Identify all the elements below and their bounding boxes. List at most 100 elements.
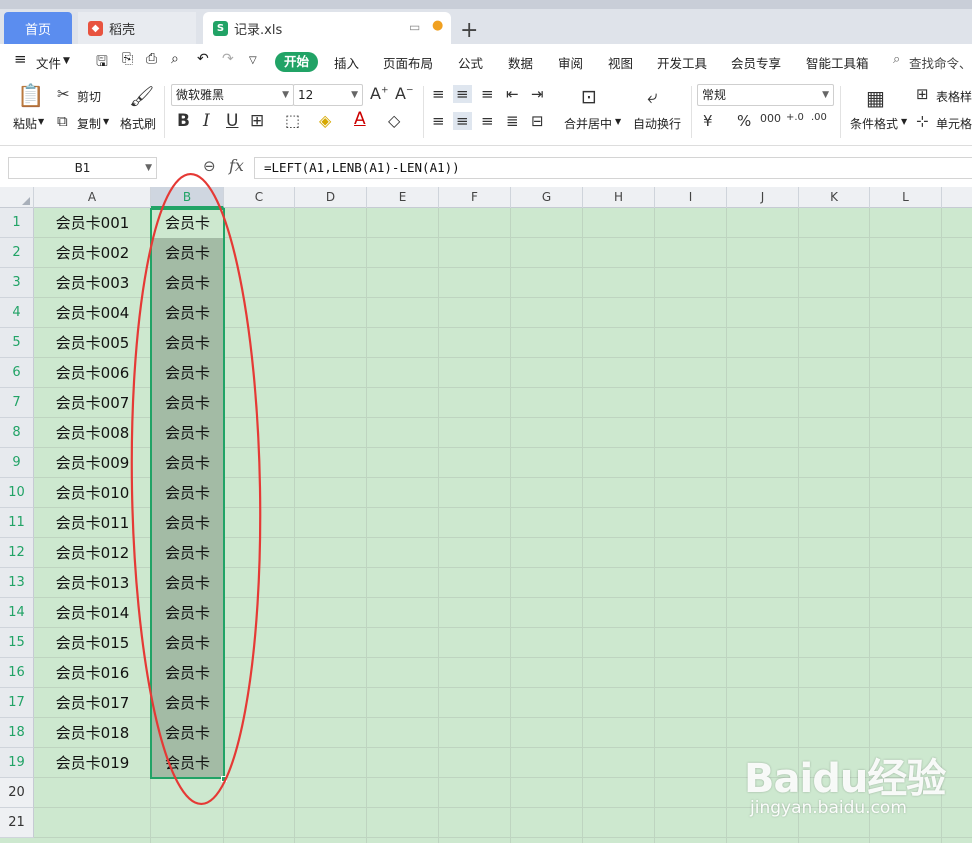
cell-button[interactable]: 单元格 <box>936 115 972 132</box>
column-header-c[interactable]: C <box>224 187 295 208</box>
font-size-select[interactable]: 12 ▼ <box>293 84 363 106</box>
column-header-k[interactable]: K <box>799 187 870 208</box>
cell-a16[interactable]: 会员卡016 <box>34 658 151 688</box>
hamburger-icon[interactable]: ≡ <box>14 50 27 68</box>
row-header-15[interactable]: 15 <box>0 628 34 658</box>
distributed-icon[interactable]: ⊟ <box>531 112 544 130</box>
redo-icon[interactable]: ↷ <box>222 51 234 67</box>
cell-b12[interactable]: 会员卡 <box>151 538 224 568</box>
cell-a12[interactable]: 会员卡012 <box>34 538 151 568</box>
paste-chevron-icon[interactable]: ▼ <box>38 117 44 126</box>
cell-a18[interactable]: 会员卡018 <box>34 718 151 748</box>
currency-icon[interactable]: ¥ <box>703 112 713 130</box>
font-name-select[interactable]: 微软雅黑 ▼ <box>171 84 294 106</box>
merge-chevron-icon[interactable]: ▼ <box>615 117 621 126</box>
column-header-i[interactable]: I <box>655 187 727 208</box>
more-chevron-icon[interactable]: ▽ <box>249 55 257 66</box>
monitor-icon[interactable]: ▭ <box>409 20 420 34</box>
select-all-corner[interactable] <box>0 187 34 208</box>
name-box[interactable]: B1 ▼ <box>8 157 157 179</box>
number-format-select[interactable]: 常规 ▼ <box>697 84 834 106</box>
function-icon[interactable]: fx <box>229 156 244 175</box>
row-header-4[interactable]: 4 <box>0 298 34 328</box>
format-painter-button[interactable]: 格式刷 <box>120 115 156 132</box>
bold-icon[interactable]: B <box>177 111 190 131</box>
row-header-13[interactable]: 13 <box>0 568 34 598</box>
menu-data[interactable]: 数据 <box>508 53 533 72</box>
column-header-b[interactable]: B <box>151 187 224 208</box>
row-header-6[interactable]: 6 <box>0 358 34 388</box>
cell-a8[interactable]: 会员卡008 <box>34 418 151 448</box>
menu-review[interactable]: 审阅 <box>558 53 583 72</box>
italic-icon[interactable]: I <box>203 111 210 131</box>
menu-formulas[interactable]: 公式 <box>458 53 483 72</box>
row-header-17[interactable]: 17 <box>0 688 34 718</box>
increase-font-icon[interactable]: A+ <box>370 84 389 103</box>
merge-center-button[interactable]: 合并居中 <box>564 115 612 132</box>
fill-handle[interactable] <box>221 776 227 782</box>
cell-b5[interactable]: 会员卡 <box>151 328 224 358</box>
column-header-l[interactable]: L <box>870 187 942 208</box>
cell-style-icon[interactable]: ⬚ <box>285 111 300 130</box>
column-header-g[interactable]: G <box>511 187 583 208</box>
tab-document[interactable]: S 记录.xls ▭ ● <box>203 12 451 44</box>
row-header-19[interactable]: 19 <box>0 748 34 778</box>
row-header-2[interactable]: 2 <box>0 238 34 268</box>
cell-b16[interactable]: 会员卡 <box>151 658 224 688</box>
row-header-12[interactable]: 12 <box>0 538 34 568</box>
menu-smart-tools[interactable]: 智能工具箱 <box>806 53 869 72</box>
align-middle-icon[interactable]: ≡ <box>453 85 472 103</box>
print-icon[interactable]: ⎙ <box>146 51 157 67</box>
command-search[interactable]: 查找命令、 <box>909 53 972 72</box>
column-header-d[interactable]: D <box>295 187 367 208</box>
cell-a11[interactable]: 会员卡011 <box>34 508 151 538</box>
align-bottom-icon[interactable]: ≡ <box>481 85 494 103</box>
cloud-icon[interactable]: ⎘ <box>122 51 133 67</box>
cell-b6[interactable]: 会员卡 <box>151 358 224 388</box>
decrease-decimal-icon[interactable]: .00 <box>811 112 827 123</box>
cell-a19[interactable]: 会员卡019 <box>34 748 151 778</box>
spreadsheet-grid[interactable]: ABCDEFGHIJKL 会员卡001 会员卡 会员卡002 会员卡 会员卡003 会员卡… <box>0 187 972 843</box>
justify-icon[interactable]: ≣ <box>506 112 519 130</box>
row-header-1[interactable]: 1 <box>0 208 34 238</box>
conditional-format-chevron-icon[interactable]: ▼ <box>901 117 907 126</box>
menu-start[interactable]: 开始 <box>275 52 318 72</box>
cell-b18[interactable]: 会员卡 <box>151 718 224 748</box>
font-color-icon[interactable]: A <box>354 109 366 129</box>
cell-a2[interactable]: 会员卡002 <box>34 238 151 268</box>
menu-file[interactable]: 文件 <box>36 53 61 72</box>
cell-b11[interactable]: 会员卡 <box>151 508 224 538</box>
cell-b3[interactable]: 会员卡 <box>151 268 224 298</box>
menu-member[interactable]: 会员专享 <box>731 53 781 72</box>
cut-button[interactable]: 剪切 <box>77 88 101 105</box>
decrease-indent-icon[interactable]: ⇤ <box>506 85 519 103</box>
paste-button[interactable]: 粘贴 <box>13 115 37 132</box>
column-header-h[interactable]: H <box>583 187 655 208</box>
row-header-11[interactable]: 11 <box>0 508 34 538</box>
formula-input[interactable]: =LEFT(A1,LENB(A1)-LEN(A1)) <box>254 157 972 179</box>
paste-icon[interactable]: 📋 <box>17 84 44 109</box>
menu-developer[interactable]: 开发工具 <box>657 53 707 72</box>
cell-a7[interactable]: 会员卡007 <box>34 388 151 418</box>
table-style-button[interactable]: 表格样 <box>936 88 972 105</box>
cell-a5[interactable]: 会员卡005 <box>34 328 151 358</box>
row-header-7[interactable]: 7 <box>0 388 34 418</box>
cell-a17[interactable]: 会员卡017 <box>34 688 151 718</box>
borders-icon[interactable]: ⊞ <box>250 111 264 131</box>
cell-a6[interactable]: 会员卡006 <box>34 358 151 388</box>
cell-a3[interactable]: 会员卡003 <box>34 268 151 298</box>
align-left-icon[interactable]: ≡ <box>432 112 445 130</box>
underline-icon[interactable]: U <box>226 111 238 131</box>
cell-b8[interactable]: 会员卡 <box>151 418 224 448</box>
row-header-3[interactable]: 3 <box>0 268 34 298</box>
row-header-8[interactable]: 8 <box>0 418 34 448</box>
cell-b15[interactable]: 会员卡 <box>151 628 224 658</box>
row-header-5[interactable]: 5 <box>0 328 34 358</box>
fill-color-icon[interactable]: ◈ <box>319 111 331 130</box>
row-header-16[interactable]: 16 <box>0 658 34 688</box>
align-right-icon[interactable]: ≡ <box>481 112 494 130</box>
cell-a9[interactable]: 会员卡009 <box>34 448 151 478</box>
menu-page-layout[interactable]: 页面布局 <box>383 53 433 72</box>
cell-b13[interactable]: 会员卡 <box>151 568 224 598</box>
save-icon[interactable]: 🖫 <box>96 51 108 75</box>
